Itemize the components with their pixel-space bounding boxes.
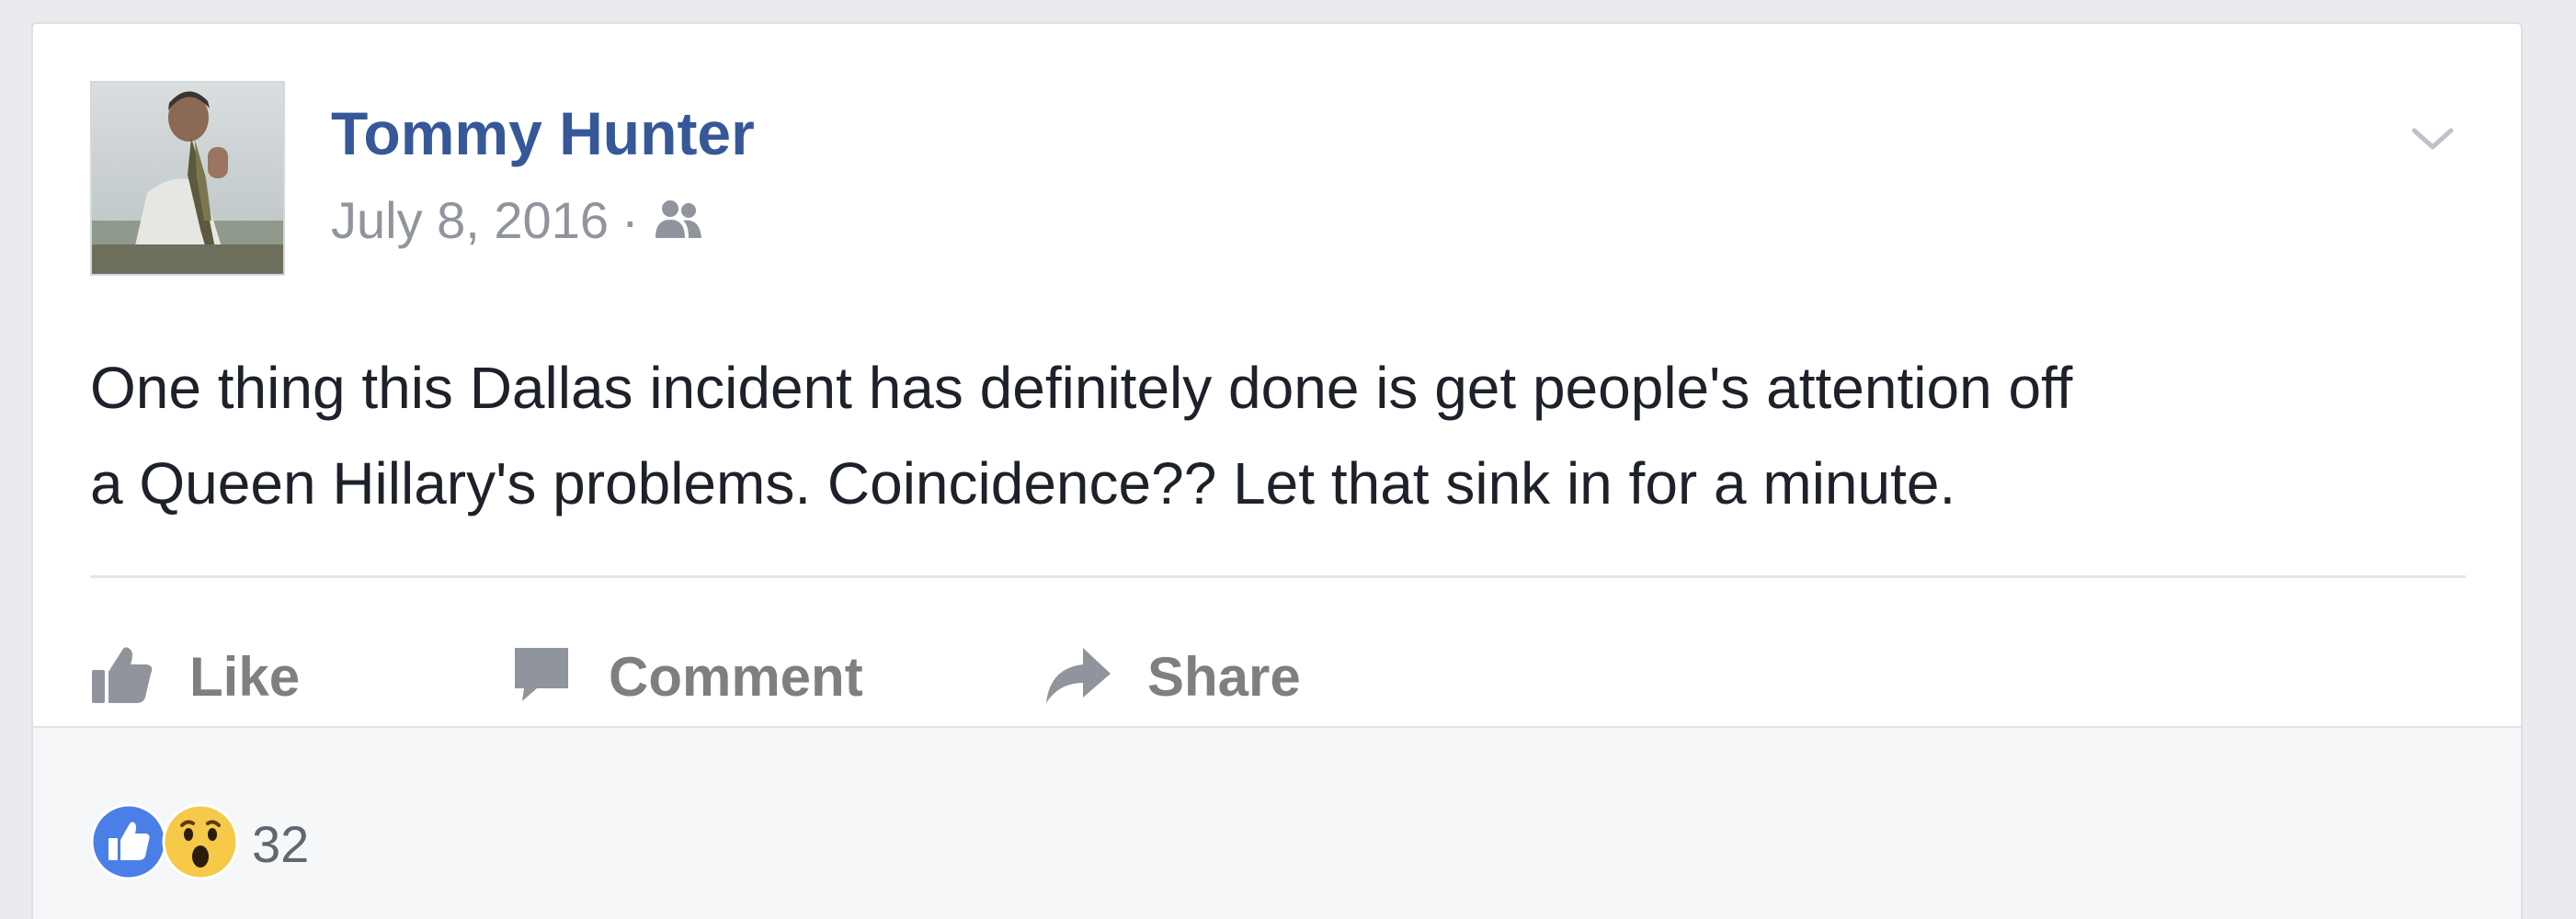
reactions-summary[interactable]: 32 (90, 803, 309, 885)
share-button[interactable]: Share (1043, 630, 1301, 722)
thumbs-up-icon (90, 642, 154, 711)
comment-label: Comment (609, 645, 863, 708)
share-label: Share (1147, 645, 1301, 708)
post-actions: Like Comment Share (90, 630, 2466, 722)
post-text-line: a Queen Hillary's problems. Coincidence?… (90, 450, 1956, 516)
like-reaction-icon (90, 803, 167, 885)
friends-icon[interactable] (652, 196, 705, 246)
post-text-line: One thing this Dallas incident has defin… (90, 355, 2073, 421)
meta-separator: · (621, 191, 639, 249)
feed-post-card: Tommy Hunter July 8, 2016 · One thing th… (31, 22, 2523, 919)
author-name-link[interactable]: Tommy Hunter (331, 103, 755, 164)
divider (90, 575, 2466, 578)
wow-reaction-icon (162, 803, 239, 885)
chevron-down-icon[interactable] (2409, 116, 2456, 164)
like-label: Like (189, 645, 301, 708)
share-arrow-icon (1043, 642, 1112, 711)
post-text: One thing this Dallas incident has defin… (90, 340, 2480, 531)
reactions-footer: 32 (33, 726, 2521, 919)
reaction-count: 32 (252, 814, 310, 873)
post-date-link[interactable]: July 8, 2016 (331, 195, 609, 246)
author-avatar[interactable] (90, 81, 285, 276)
comment-icon (509, 642, 574, 711)
post-meta: July 8, 2016 · (331, 195, 705, 246)
like-button[interactable]: Like (90, 630, 300, 722)
avatar-photo (92, 83, 283, 274)
comment-button[interactable]: Comment (509, 630, 863, 722)
